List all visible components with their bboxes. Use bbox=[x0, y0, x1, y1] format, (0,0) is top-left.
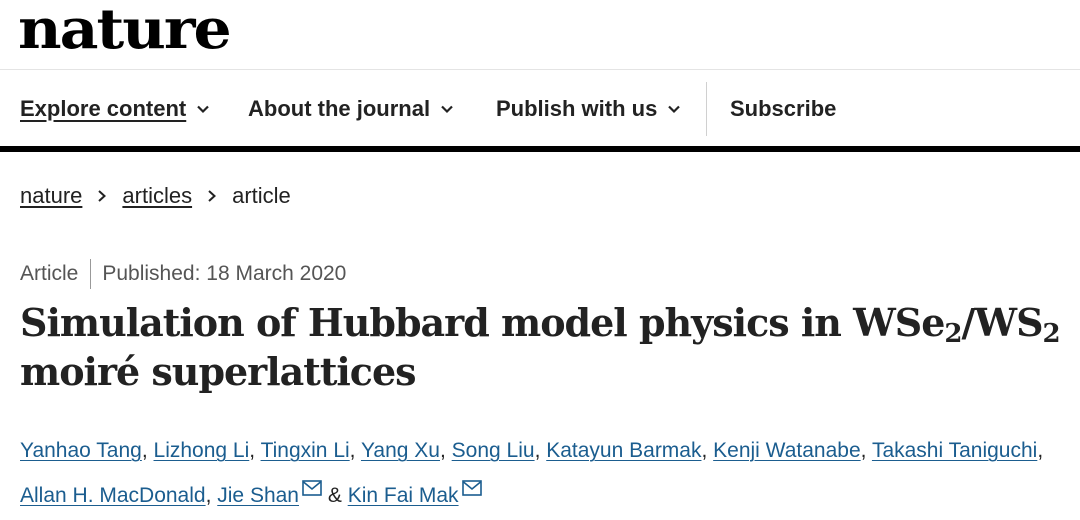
nature-logo[interactable]: nature bbox=[18, 0, 232, 59]
envelope-icon[interactable] bbox=[461, 480, 482, 496]
author-separator: , bbox=[1037, 439, 1044, 462]
nav-divider bbox=[706, 82, 707, 136]
article-title: Simulation of Hubbard model physics in W… bbox=[20, 298, 1061, 396]
chevron-down-icon bbox=[197, 105, 210, 114]
meta-divider bbox=[90, 259, 92, 289]
chevron-right-icon bbox=[208, 190, 217, 202]
author-link[interactable]: Kenji Watanabe bbox=[713, 439, 860, 462]
breadcrumb: nature articles article bbox=[20, 180, 291, 212]
title-part-3: moiré superlattices bbox=[20, 349, 417, 394]
nav-subscribe-label: Subscribe bbox=[730, 96, 837, 121]
author-link[interactable]: Jie Shan bbox=[217, 484, 299, 507]
article-type: Article bbox=[20, 262, 79, 285]
article-meta: Article Published: 18 March 2020 bbox=[20, 258, 346, 290]
nav-explore-content[interactable]: Explore content bbox=[20, 80, 210, 138]
author-list: Yanhao Tang, Lizhong Li, Tingxin Li, Yan… bbox=[20, 428, 1070, 518]
author-link[interactable]: Yang Xu bbox=[361, 439, 440, 462]
nav-explore-content-label: Explore content bbox=[20, 96, 187, 121]
nav-about-journal-label: About the journal bbox=[248, 96, 431, 121]
nav-subscribe[interactable]: Subscribe bbox=[730, 80, 836, 138]
breadcrumb-nature[interactable]: nature bbox=[20, 183, 82, 209]
author-link[interactable]: Allan H. MacDonald bbox=[20, 484, 206, 507]
author-ampersand: & bbox=[322, 484, 348, 507]
header-rule bbox=[0, 146, 1080, 152]
site-header-logo[interactable]: nature bbox=[18, 0, 232, 68]
nav-publish-with-us[interactable]: Publish with us bbox=[496, 80, 681, 138]
author-link[interactable]: Yanhao Tang bbox=[20, 439, 142, 462]
breadcrumb-current: article bbox=[232, 183, 291, 208]
title-subscript-1: 2 bbox=[944, 319, 962, 349]
author-link[interactable]: Takashi Taniguchi bbox=[872, 439, 1037, 462]
author-separator: , bbox=[141, 439, 154, 462]
author-link[interactable]: Katayun Barmak bbox=[546, 439, 701, 462]
author-link[interactable]: Lizhong Li bbox=[154, 439, 250, 462]
chevron-right-icon bbox=[98, 190, 107, 202]
author-separator: , bbox=[205, 484, 218, 507]
breadcrumb-articles[interactable]: articles bbox=[122, 183, 192, 209]
published-date: Published: 18 March 2020 bbox=[102, 262, 347, 285]
author-link[interactable]: Kin Fai Mak bbox=[348, 484, 459, 507]
author-separator: , bbox=[439, 439, 452, 462]
author-link[interactable]: Tingxin Li bbox=[261, 439, 350, 462]
author-separator: , bbox=[349, 439, 361, 462]
nav-about-journal[interactable]: About the journal bbox=[248, 80, 454, 138]
main-nav: Explore content About the journal Publis… bbox=[0, 80, 1080, 138]
envelope-icon[interactable] bbox=[302, 480, 322, 496]
author-separator: , bbox=[860, 439, 872, 462]
author-link[interactable]: Song Liu bbox=[452, 439, 535, 462]
title-part-1: Simulation of Hubbard model physics in W… bbox=[20, 300, 945, 345]
author-separator: , bbox=[701, 439, 714, 462]
title-subscript-2: 2 bbox=[1042, 319, 1061, 349]
chevron-down-icon bbox=[441, 105, 453, 114]
author-separator: , bbox=[249, 439, 261, 462]
nav-publish-with-us-label: Publish with us bbox=[496, 96, 658, 121]
header-divider bbox=[0, 69, 1080, 70]
author-separator: , bbox=[534, 439, 547, 462]
chevron-down-icon bbox=[668, 105, 681, 114]
title-part-2: /WS bbox=[961, 300, 1044, 345]
